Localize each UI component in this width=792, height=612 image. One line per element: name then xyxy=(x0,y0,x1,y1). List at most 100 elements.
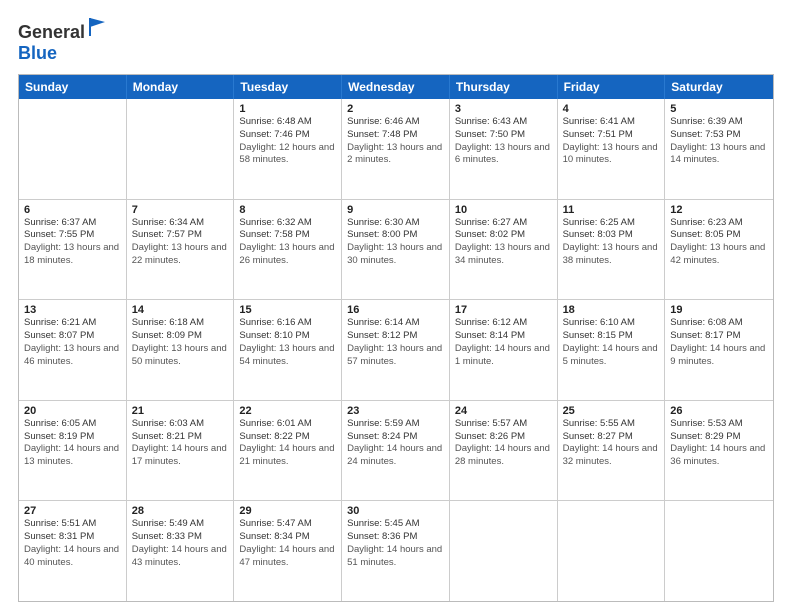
daylight-text: Daylight: 14 hours and 1 minute. xyxy=(455,343,552,369)
day-number: 7 xyxy=(132,204,229,216)
day-number: 3 xyxy=(455,103,552,115)
day-cell-20: 20Sunrise: 6:05 AMSunset: 8:19 PMDayligh… xyxy=(19,401,127,501)
sunset-text: Sunset: 8:15 PM xyxy=(563,330,660,343)
daylight-text: Daylight: 14 hours and 43 minutes. xyxy=(132,544,229,570)
day-cell-19: 19Sunrise: 6:08 AMSunset: 8:17 PMDayligh… xyxy=(665,300,773,400)
weekday-header-friday: Friday xyxy=(558,75,666,99)
daylight-text: Daylight: 14 hours and 51 minutes. xyxy=(347,544,444,570)
day-number: 23 xyxy=(347,405,444,417)
daylight-text: Daylight: 13 hours and 57 minutes. xyxy=(347,343,444,369)
daylight-text: Daylight: 14 hours and 36 minutes. xyxy=(670,443,768,469)
sunrise-text: Sunrise: 5:45 AM xyxy=(347,518,444,531)
daylight-text: Daylight: 14 hours and 40 minutes. xyxy=(24,544,121,570)
day-cell-5: 5Sunrise: 6:39 AMSunset: 7:53 PMDaylight… xyxy=(665,99,773,199)
sunset-text: Sunset: 8:27 PM xyxy=(563,431,660,444)
sunset-text: Sunset: 8:02 PM xyxy=(455,229,552,242)
daylight-text: Daylight: 14 hours and 13 minutes. xyxy=(24,443,121,469)
sunrise-text: Sunrise: 6:32 AM xyxy=(239,217,336,230)
sunset-text: Sunset: 8:05 PM xyxy=(670,229,768,242)
day-number: 29 xyxy=(239,505,336,517)
calendar-week-4: 20Sunrise: 6:05 AMSunset: 8:19 PMDayligh… xyxy=(19,400,773,501)
daylight-text: Daylight: 14 hours and 17 minutes. xyxy=(132,443,229,469)
sunset-text: Sunset: 8:17 PM xyxy=(670,330,768,343)
sunset-text: Sunset: 7:46 PM xyxy=(239,129,336,142)
day-cell-7: 7Sunrise: 6:34 AMSunset: 7:57 PMDaylight… xyxy=(127,200,235,300)
day-number: 30 xyxy=(347,505,444,517)
calendar-body: 1Sunrise: 6:48 AMSunset: 7:46 PM Daylight… xyxy=(19,99,773,601)
day-cell-8: 8Sunrise: 6:32 AMSunset: 7:58 PMDaylight… xyxy=(234,200,342,300)
sunrise-text: Sunrise: 5:51 AM xyxy=(24,518,121,531)
daylight-text: Daylight: 13 hours and 34 minutes. xyxy=(455,242,552,268)
daylight-text: Daylight: 13 hours and 6 minutes. xyxy=(455,142,552,168)
daylight-text: Daylight: 13 hours and 30 minutes. xyxy=(347,242,444,268)
day-cell-28: 28Sunrise: 5:49 AMSunset: 8:33 PMDayligh… xyxy=(127,501,235,601)
empty-cell xyxy=(450,501,558,601)
day-number: 16 xyxy=(347,304,444,316)
sunset-text: Sunset: 8:00 PM xyxy=(347,229,444,242)
weekday-header-sunday: Sunday xyxy=(19,75,127,99)
day-cell-18: 18Sunrise: 6:10 AMSunset: 8:15 PMDayligh… xyxy=(558,300,666,400)
sunset-text: Sunset: 8:31 PM xyxy=(24,531,121,544)
day-number: 22 xyxy=(239,405,336,417)
day-number: 15 xyxy=(239,304,336,316)
daylight-text: Daylight: 13 hours and 10 minutes. xyxy=(563,142,660,168)
day-cell-27: 27Sunrise: 5:51 AMSunset: 8:31 PMDayligh… xyxy=(19,501,127,601)
weekday-header-saturday: Saturday xyxy=(665,75,773,99)
day-cell-2: 2Sunrise: 6:46 AMSunset: 7:48 PMDaylight… xyxy=(342,99,450,199)
daylight-text: Daylight: 14 hours and 47 minutes. xyxy=(239,544,336,570)
daylight-text: Daylight: 13 hours and 26 minutes. xyxy=(239,242,336,268)
empty-cell xyxy=(558,501,666,601)
day-number: 4 xyxy=(563,103,660,115)
day-number: 11 xyxy=(563,204,660,216)
sunset-text: Sunset: 7:50 PM xyxy=(455,129,552,142)
sunrise-text: Sunrise: 6:16 AM xyxy=(239,317,336,330)
sunrise-text: Sunrise: 6:23 AM xyxy=(670,217,768,230)
sunrise-text: Sunrise: 6:37 AM xyxy=(24,217,121,230)
day-cell-11: 11Sunrise: 6:25 AMSunset: 8:03 PMDayligh… xyxy=(558,200,666,300)
day-number: 9 xyxy=(347,204,444,216)
daylight-text: Daylight: 13 hours and 22 minutes. xyxy=(132,242,229,268)
calendar-week-5: 27Sunrise: 5:51 AMSunset: 8:31 PMDayligh… xyxy=(19,500,773,601)
empty-cell xyxy=(19,99,127,199)
logo-general-text: General xyxy=(18,22,85,42)
day-cell-24: 24Sunrise: 5:57 AMSunset: 8:26 PMDayligh… xyxy=(450,401,558,501)
sunrise-text: Sunrise: 6:41 AM xyxy=(563,116,660,129)
sunrise-text: Sunrise: 6:21 AM xyxy=(24,317,121,330)
sunset-text: Sunset: 8:03 PM xyxy=(563,229,660,242)
calendar-header: SundayMondayTuesdayWednesdayThursdayFrid… xyxy=(19,75,773,99)
sunset-text: Sunset: 8:22 PM xyxy=(239,431,336,444)
day-number: 6 xyxy=(24,204,121,216)
sunrise-text: Sunrise: 6:27 AM xyxy=(455,217,552,230)
day-cell-22: 22Sunrise: 6:01 AMSunset: 8:22 PMDayligh… xyxy=(234,401,342,501)
sunrise-text: Sunrise: 5:53 AM xyxy=(670,418,768,431)
day-cell-6: 6Sunrise: 6:37 AMSunset: 7:55 PMDaylight… xyxy=(19,200,127,300)
day-number: 25 xyxy=(563,405,660,417)
sunrise-text: Sunrise: 6:48 AM xyxy=(239,116,336,129)
day-cell-4: 4Sunrise: 6:41 AMSunset: 7:51 PMDaylight… xyxy=(558,99,666,199)
sunrise-text: Sunrise: 6:46 AM xyxy=(347,116,444,129)
sunrise-text: Sunrise: 5:59 AM xyxy=(347,418,444,431)
daylight-text: Daylight: 13 hours and 42 minutes. xyxy=(670,242,768,268)
day-cell-15: 15Sunrise: 6:16 AMSunset: 8:10 PMDayligh… xyxy=(234,300,342,400)
day-cell-14: 14Sunrise: 6:18 AMSunset: 8:09 PMDayligh… xyxy=(127,300,235,400)
day-number: 18 xyxy=(563,304,660,316)
sunrise-text: Sunrise: 6:43 AM xyxy=(455,116,552,129)
day-cell-3: 3Sunrise: 6:43 AMSunset: 7:50 PMDaylight… xyxy=(450,99,558,199)
sunset-text: Sunset: 8:34 PM xyxy=(239,531,336,544)
sunrise-text: Sunrise: 6:05 AM xyxy=(24,418,121,431)
daylight-text: Daylight: 13 hours and 18 minutes. xyxy=(24,242,121,268)
day-number: 14 xyxy=(132,304,229,316)
empty-cell xyxy=(127,99,235,199)
sunrise-text: Sunrise: 6:30 AM xyxy=(347,217,444,230)
daylight-text: Daylight: 13 hours and 14 minutes. xyxy=(670,142,768,168)
logo: General Blue xyxy=(18,18,109,64)
daylight-text: Daylight: 13 hours and 38 minutes. xyxy=(563,242,660,268)
day-number: 1 xyxy=(239,103,336,115)
daylight-text: Daylight: 13 hours and 50 minutes. xyxy=(132,343,229,369)
calendar: SundayMondayTuesdayWednesdayThursdayFrid… xyxy=(18,74,774,602)
daylight-text: Daylight: 14 hours and 9 minutes. xyxy=(670,343,768,369)
calendar-week-1: 1Sunrise: 6:48 AMSunset: 7:46 PM Daylight… xyxy=(19,99,773,199)
day-cell-30: 30Sunrise: 5:45 AMSunset: 8:36 PMDayligh… xyxy=(342,501,450,601)
sunrise-text: Sunrise: 6:39 AM xyxy=(670,116,768,129)
day-cell-23: 23Sunrise: 5:59 AMSunset: 8:24 PMDayligh… xyxy=(342,401,450,501)
